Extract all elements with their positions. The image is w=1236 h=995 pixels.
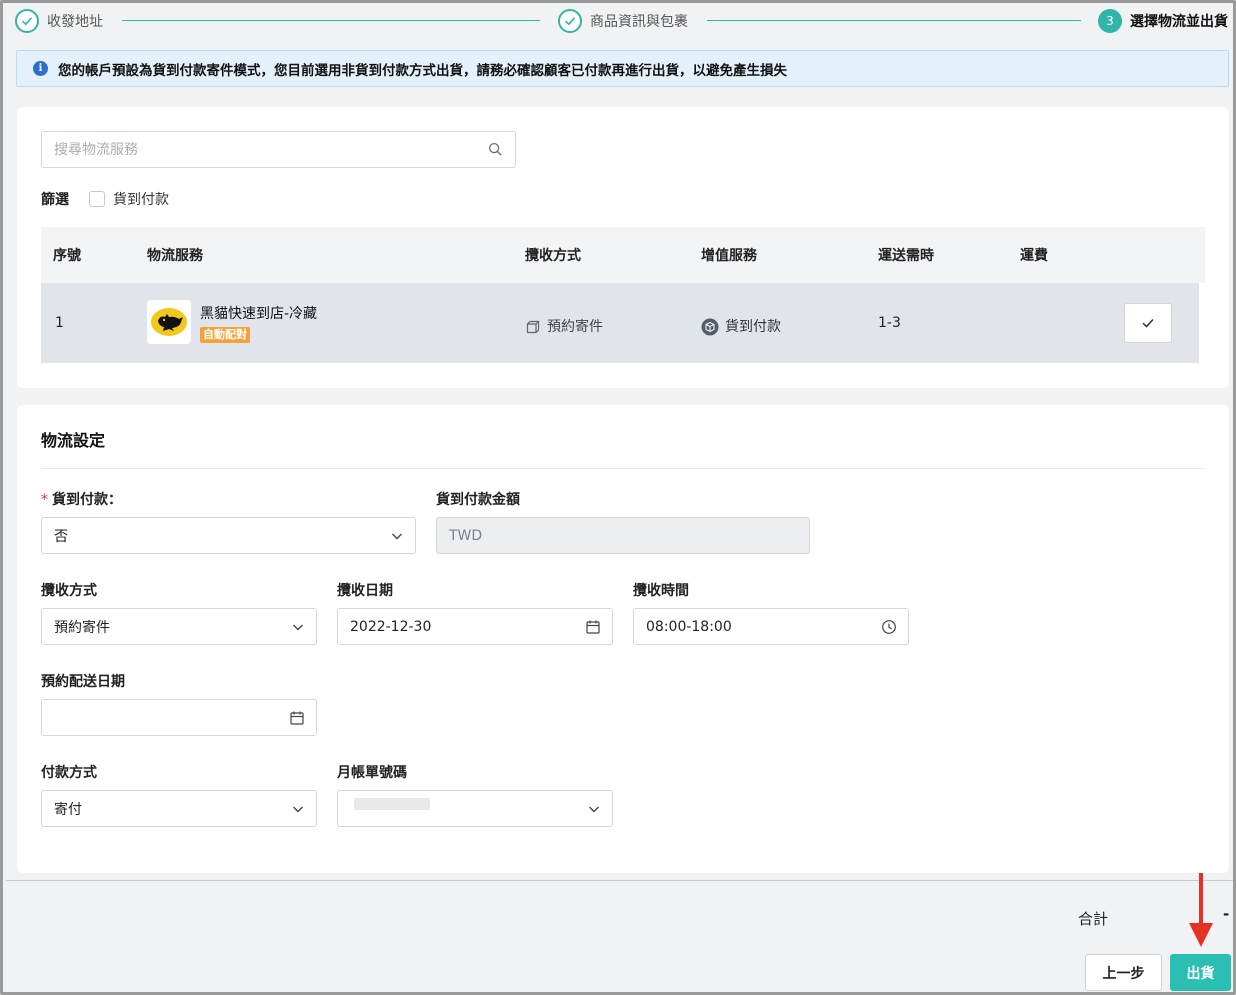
chevron-down-icon xyxy=(293,806,303,813)
cod-amount-placeholder: TWD xyxy=(449,527,483,544)
monthly-account-select[interactable] xyxy=(337,790,613,827)
pickup-date-picker[interactable]: 2022-12-30 xyxy=(337,608,613,645)
step-label: 商品資訊與包裹 xyxy=(590,14,688,30)
cod-select-value: 否 xyxy=(54,528,68,545)
service-search-input[interactable] xyxy=(42,132,462,167)
payment-method-value: 寄付 xyxy=(54,801,82,818)
required-asterisk: * xyxy=(41,492,48,508)
select-service-button[interactable] xyxy=(1124,303,1172,343)
black-cat-logo xyxy=(147,300,191,344)
annotation-arrow-icon xyxy=(1189,873,1213,947)
cod-label-text: 貨到付款： xyxy=(52,492,122,508)
row-index: 1 xyxy=(55,315,64,331)
auto-match-badge: 自動配對 xyxy=(200,327,250,343)
col-header-service: 物流服務 xyxy=(147,248,203,264)
table-row[interactable]: 1 黑貓快速到店-冷藏 自動配對 預約寄件 貨到付款 1-3 xyxy=(41,283,1199,363)
back-button[interactable]: 上一步 xyxy=(1085,954,1162,991)
value-added-cell: 貨到付款 xyxy=(701,316,781,336)
divider xyxy=(41,468,1205,469)
calendar-icon[interactable] xyxy=(585,619,601,635)
step-logistics-ship[interactable]: 3 選擇物流並出貨 xyxy=(1098,7,1228,35)
total-value: - xyxy=(1223,905,1230,923)
cod-filter-label[interactable]: 貨到付款 xyxy=(113,189,169,209)
monthly-account-label: 月帳單號碼 xyxy=(337,765,407,781)
alert-text: 您的帳戶預設為貨到付款寄件模式，您目前選用非貨到付款方式出貨，請務必確認顧客已付… xyxy=(58,62,787,79)
pickup-method-select[interactable]: 預約寄件 xyxy=(41,608,317,645)
cod-label: * 貨到付款： xyxy=(41,489,122,509)
col-header-delivery-time: 運送需時 xyxy=(878,248,934,264)
step-connector xyxy=(122,20,540,21)
col-header-index: 序號 xyxy=(53,248,81,264)
cod-filter-checkbox[interactable] xyxy=(89,191,105,207)
step-items-packages[interactable]: 商品資訊與包裹 xyxy=(558,7,688,35)
cod-service-icon xyxy=(701,318,719,336)
calendar-icon[interactable] xyxy=(289,710,305,726)
info-icon: i xyxy=(33,61,48,76)
col-header-fee: 運費 xyxy=(1020,248,1048,264)
cod-warning-alert: i 您的帳戶預設為貨到付款寄件模式，您目前選用非貨到付款方式出貨，請務必確認顧客… xyxy=(16,50,1229,87)
chevron-down-icon xyxy=(392,533,402,540)
ship-button[interactable]: 出貨 xyxy=(1170,954,1231,991)
cod-amount-field: TWD xyxy=(436,517,810,554)
chevron-down-icon xyxy=(589,806,599,813)
step-connector xyxy=(707,20,1081,21)
service-search-box[interactable] xyxy=(41,131,516,168)
total-label: 合計 xyxy=(1078,910,1109,928)
step-number-badge: 3 xyxy=(1098,9,1122,33)
payment-method-select[interactable]: 寄付 xyxy=(41,790,317,827)
delivery-date-label: 預約配送日期 xyxy=(41,674,125,690)
pickup-time-picker[interactable]: 08:00-18:00 xyxy=(633,608,909,645)
cod-amount-label: 貨到付款金額 xyxy=(436,492,520,508)
check-icon xyxy=(1142,318,1154,328)
logistics-settings-card: 物流設定 * 貨到付款： 否 貨到付款金額 TWD 攬收方式 預約寄件 攬收日期 … xyxy=(17,405,1229,873)
cod-select[interactable]: 否 xyxy=(41,517,416,554)
delivery-time-cell: 1-3 xyxy=(878,315,901,331)
search-icon[interactable] xyxy=(488,142,503,157)
delivery-date-picker[interactable] xyxy=(41,699,317,736)
service-name: 黑貓快速到店-冷藏 xyxy=(200,306,318,322)
logistics-table: 序號 物流服務 攬收方式 增值服務 運送需時 運費 1 黑貓快速到店-冷藏 自動… xyxy=(41,227,1205,363)
col-header-pickup: 攬收方式 xyxy=(525,248,581,264)
pickup-method-cell: 預約寄件 xyxy=(525,316,603,336)
step-label: 收發地址 xyxy=(47,14,103,30)
check-icon xyxy=(15,9,39,33)
step-label: 選擇物流並出貨 xyxy=(1130,14,1228,30)
check-icon xyxy=(558,9,582,33)
col-header-value-added: 增值服務 xyxy=(701,248,757,264)
pickup-method-value: 預約寄件 xyxy=(54,619,110,636)
pickup-date-value: 2022-12-30 xyxy=(350,618,432,635)
pickup-time-value: 08:00-18:00 xyxy=(646,618,732,635)
app-frame: 收發地址 商品資訊與包裹 3 選擇物流並出貨 i 您的帳戶預設為貨到付款寄件模式… xyxy=(0,0,1236,995)
pickup-date-label: 攬收日期 xyxy=(337,583,393,599)
settings-title: 物流設定 xyxy=(41,431,106,450)
redacted-value xyxy=(354,798,430,810)
parcel-icon xyxy=(526,320,540,334)
filter-label: 篩選 xyxy=(41,192,69,208)
table-header: 序號 物流服務 攬收方式 增值服務 運送需時 運費 xyxy=(41,227,1205,283)
pickup-time-label: 攬收時間 xyxy=(633,583,689,599)
progress-stepper: 收發地址 商品資訊與包裹 3 選擇物流並出貨 xyxy=(15,7,1228,35)
value-added-text: 貨到付款 xyxy=(725,319,781,335)
step-address[interactable]: 收發地址 xyxy=(15,7,103,35)
logistics-service-card: 篩選 貨到付款 序號 物流服務 攬收方式 增值服務 運送需時 運費 1 xyxy=(17,107,1229,388)
clock-icon[interactable] xyxy=(881,619,897,635)
footer-divider xyxy=(6,880,1233,881)
pickup-method-text: 預約寄件 xyxy=(547,319,603,335)
filter-row: 篩選 貨到付款 xyxy=(41,189,169,209)
payment-method-label: 付款方式 xyxy=(41,765,97,781)
pickup-method-label: 攬收方式 xyxy=(41,583,97,599)
chevron-down-icon xyxy=(293,624,303,631)
